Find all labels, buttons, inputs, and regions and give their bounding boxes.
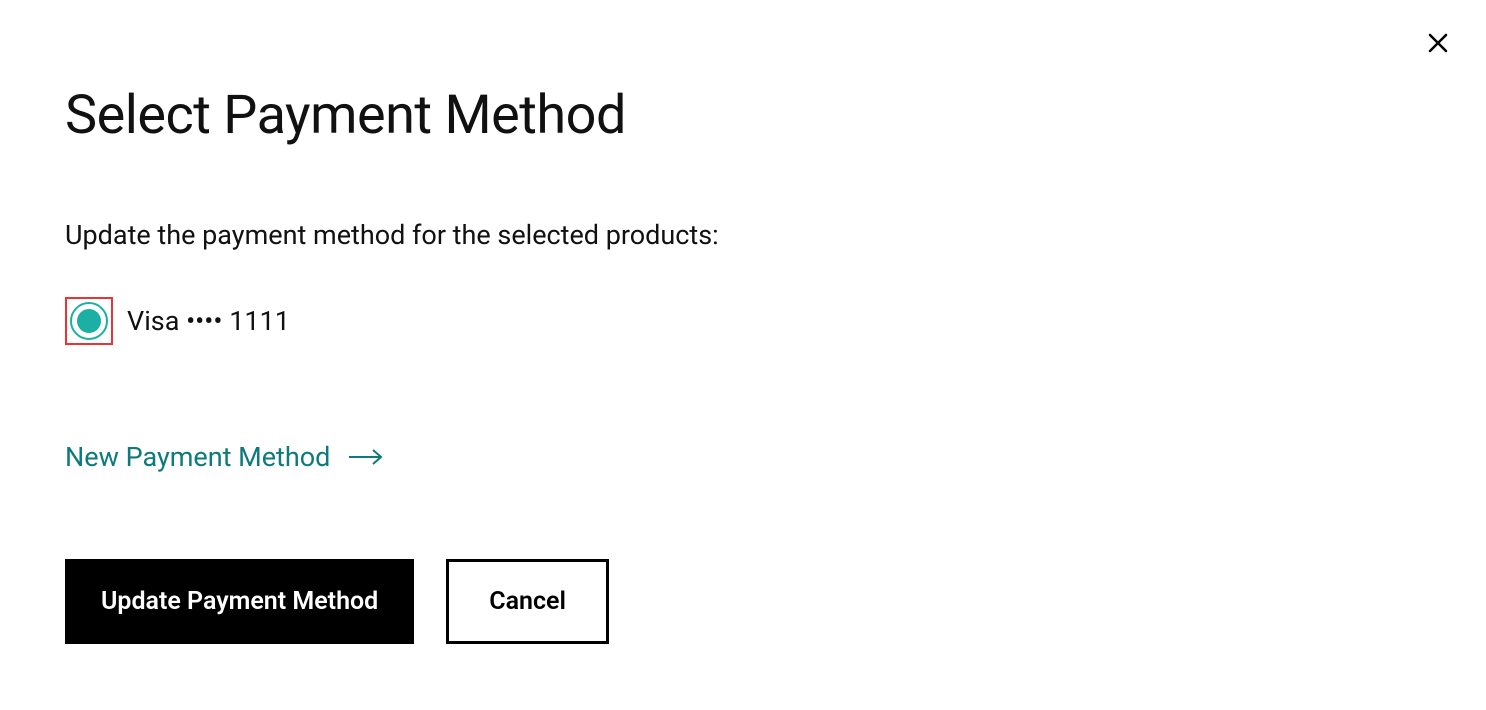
dialog-description: Update the payment method for the select… — [65, 219, 1421, 251]
highlight-box — [65, 297, 113, 345]
payment-method-dialog: Select Payment Method Update the payment… — [0, 0, 1486, 704]
update-payment-method-button[interactable]: Update Payment Method — [65, 559, 414, 644]
payment-option-label: Visa •••• 1111 — [127, 305, 290, 337]
new-payment-method-link[interactable]: New Payment Method — [65, 441, 384, 473]
close-button[interactable] — [1422, 28, 1454, 60]
radio-button[interactable] — [70, 302, 108, 340]
cancel-button[interactable]: Cancel — [446, 559, 609, 644]
radio-selected-icon — [77, 309, 101, 333]
button-row: Update Payment Method Cancel — [65, 559, 1421, 644]
new-payment-link-label: New Payment Method — [65, 441, 330, 473]
payment-option-row: Visa •••• 1111 — [65, 297, 1421, 345]
dialog-title: Select Payment Method — [65, 84, 1421, 147]
arrow-right-icon — [348, 448, 384, 466]
close-icon — [1426, 31, 1450, 58]
